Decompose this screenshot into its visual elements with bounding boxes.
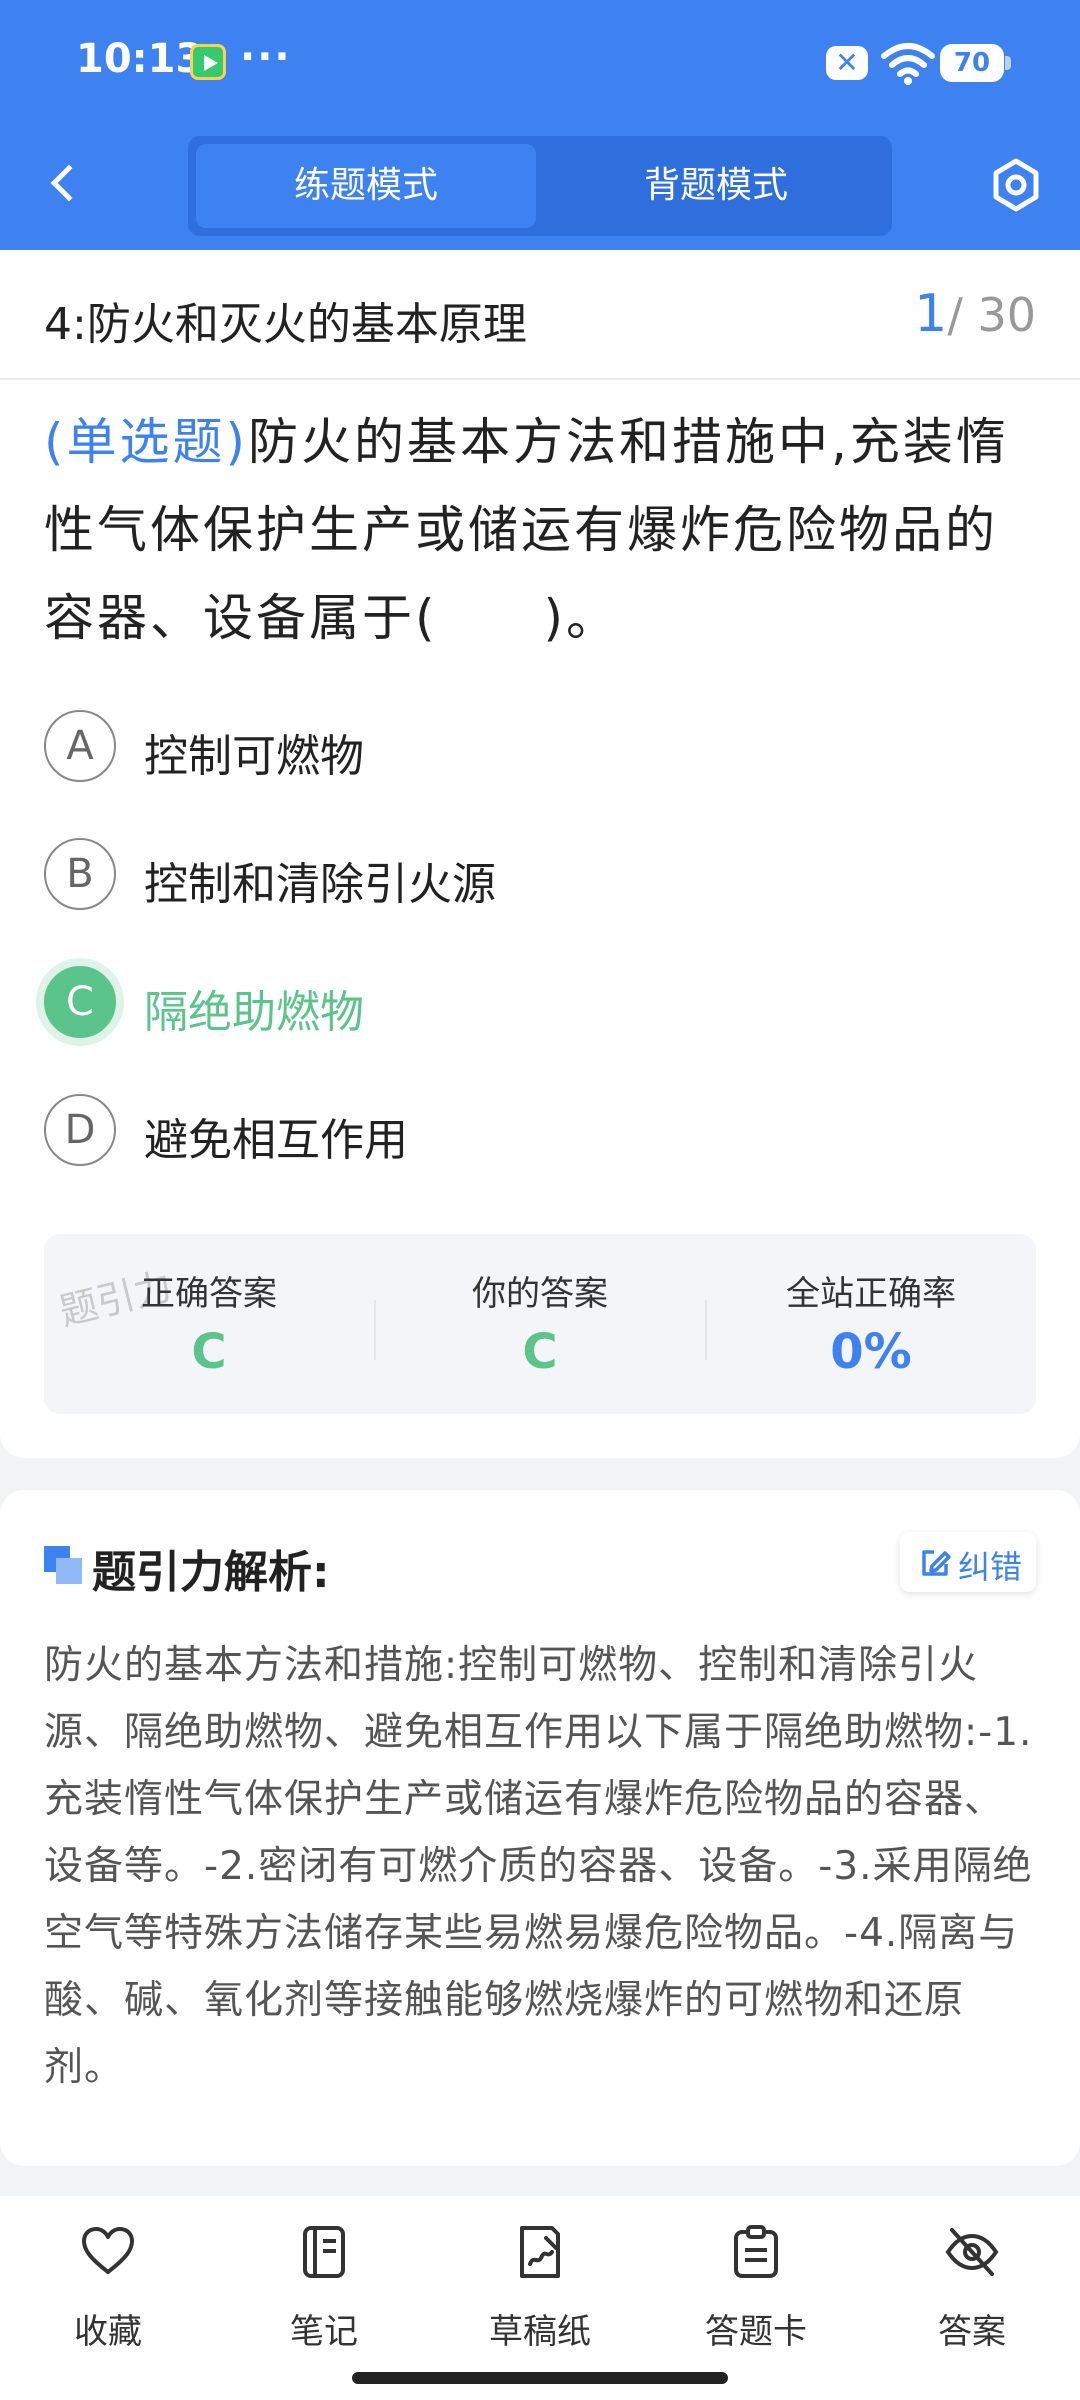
eye-off-icon: [945, 2228, 999, 2276]
question-counter[interactable]: 1/ 30: [914, 284, 1036, 344]
bottom-toolbar: 收藏 笔记 草稿纸 答题卡 答案: [0, 2196, 1080, 2400]
total-questions: / 30: [947, 288, 1036, 342]
app-notification-icon: [190, 44, 226, 80]
chapter-header: 4:防火和灭火的基本原理 1/ 30: [0, 250, 1080, 380]
status-bar: 10:13 ··· ✕ 70: [0, 0, 1080, 125]
favorite-button[interactable]: 收藏: [18, 2224, 198, 2364]
draft-paper-button[interactable]: 草稿纸: [450, 2224, 630, 2364]
draft-paper-icon: [520, 2226, 560, 2278]
report-error-label: 纠错: [958, 1548, 1023, 1586]
option-c[interactable]: C 隔绝助燃物: [44, 962, 944, 1042]
your-answer-label: 你的答案: [472, 1274, 608, 1314]
chevron-left-icon: [50, 164, 88, 202]
answer-stats: 题引力 正确答案 C 你的答案 C 全站正确率 0%: [44, 1234, 1036, 1414]
question-card: 4:防火和灭火的基本原理 1/ 30 (单选题)防火的基本方法和措施中,充装惰性…: [0, 250, 1080, 1458]
correct-answer-stat: 正确答案 C: [44, 1234, 374, 1414]
option-letter: D: [44, 1094, 116, 1166]
option-letter: C: [44, 966, 116, 1038]
battery-icon: 70: [940, 44, 1011, 82]
draft-paper-label: 草稿纸: [489, 2312, 591, 2352]
favorite-label: 收藏: [74, 2312, 142, 2352]
option-text: 隔绝助燃物: [144, 987, 364, 1038]
back-button[interactable]: [40, 156, 90, 216]
answer-card-icon: [734, 2225, 778, 2278]
analysis-squares-icon: [44, 1546, 82, 1584]
option-letter: B: [44, 838, 116, 910]
answer-card-label: 答题卡: [705, 2312, 807, 2352]
no-sim-icon: ✕: [826, 46, 868, 80]
your-answer-value: C: [522, 1324, 558, 1380]
edit-icon: [922, 1550, 951, 1576]
show-answer-label: 答案: [938, 2312, 1006, 2352]
option-text: 避免相互作用: [144, 1115, 408, 1166]
option-text: 控制可燃物: [144, 731, 364, 782]
analysis-card: 题引力解析: 纠错 防火的基本方法和措施:控制可燃物、控制和清除引火源、隔绝助燃…: [0, 1490, 1080, 2166]
analysis-title: 题引力解析:: [92, 1547, 330, 1598]
report-error-button[interactable]: 纠错: [900, 1532, 1036, 1592]
more-notifications-icon: ···: [240, 34, 292, 80]
option-letter: A: [44, 710, 116, 782]
tab-practice-mode[interactable]: 练题模式: [196, 144, 536, 228]
option-a[interactable]: A 控制可燃物: [44, 706, 944, 786]
home-indicator[interactable]: [352, 2372, 728, 2384]
top-bar: 10:13 ··· ✕ 70 练题模式 背题模式: [0, 0, 1080, 250]
notebook-icon: [303, 2226, 345, 2278]
your-answer-stat: 你的答案 C: [375, 1234, 705, 1414]
tab-memorize-mode[interactable]: 背题模式: [546, 144, 886, 228]
current-question-number: 1: [914, 284, 948, 344]
correct-answer-label: 正确答案: [141, 1274, 277, 1314]
site-accuracy-label: 全站正确率: [786, 1274, 956, 1314]
option-b[interactable]: B 控制和清除引火源: [44, 834, 944, 914]
chapter-title: 4:防火和灭火的基本原理: [44, 299, 527, 350]
option-text: 控制和清除引火源: [144, 859, 496, 910]
correct-answer-value: C: [191, 1324, 227, 1380]
analysis-text: 防火的基本方法和措施:控制可燃物、控制和清除引火源、隔绝助燃物、避免相互作用以下…: [44, 1643, 1033, 2090]
wifi-icon: [881, 43, 935, 85]
site-accuracy-stat: 全站正确率 0%: [706, 1234, 1036, 1414]
mode-switch: 练题模式 背题模式: [188, 136, 892, 236]
show-answer-button[interactable]: 答案: [882, 2224, 1062, 2364]
notes-button[interactable]: 笔记: [234, 2224, 414, 2364]
heart-icon: [82, 2227, 134, 2274]
answer-card-button[interactable]: 答题卡: [666, 2224, 846, 2364]
notes-label: 笔记: [290, 2312, 358, 2352]
option-d[interactable]: D 避免相互作用: [44, 1090, 944, 1170]
question-type: (单选题): [44, 413, 249, 471]
settings-icon[interactable]: [990, 155, 1042, 215]
status-time: 10:13: [76, 36, 204, 82]
site-accuracy-value: 0%: [830, 1324, 912, 1380]
question-text-block: (单选题)防火的基本方法和措施中,充装惰性气体保护生产或储运有爆炸危险物品的容器…: [44, 398, 1040, 662]
